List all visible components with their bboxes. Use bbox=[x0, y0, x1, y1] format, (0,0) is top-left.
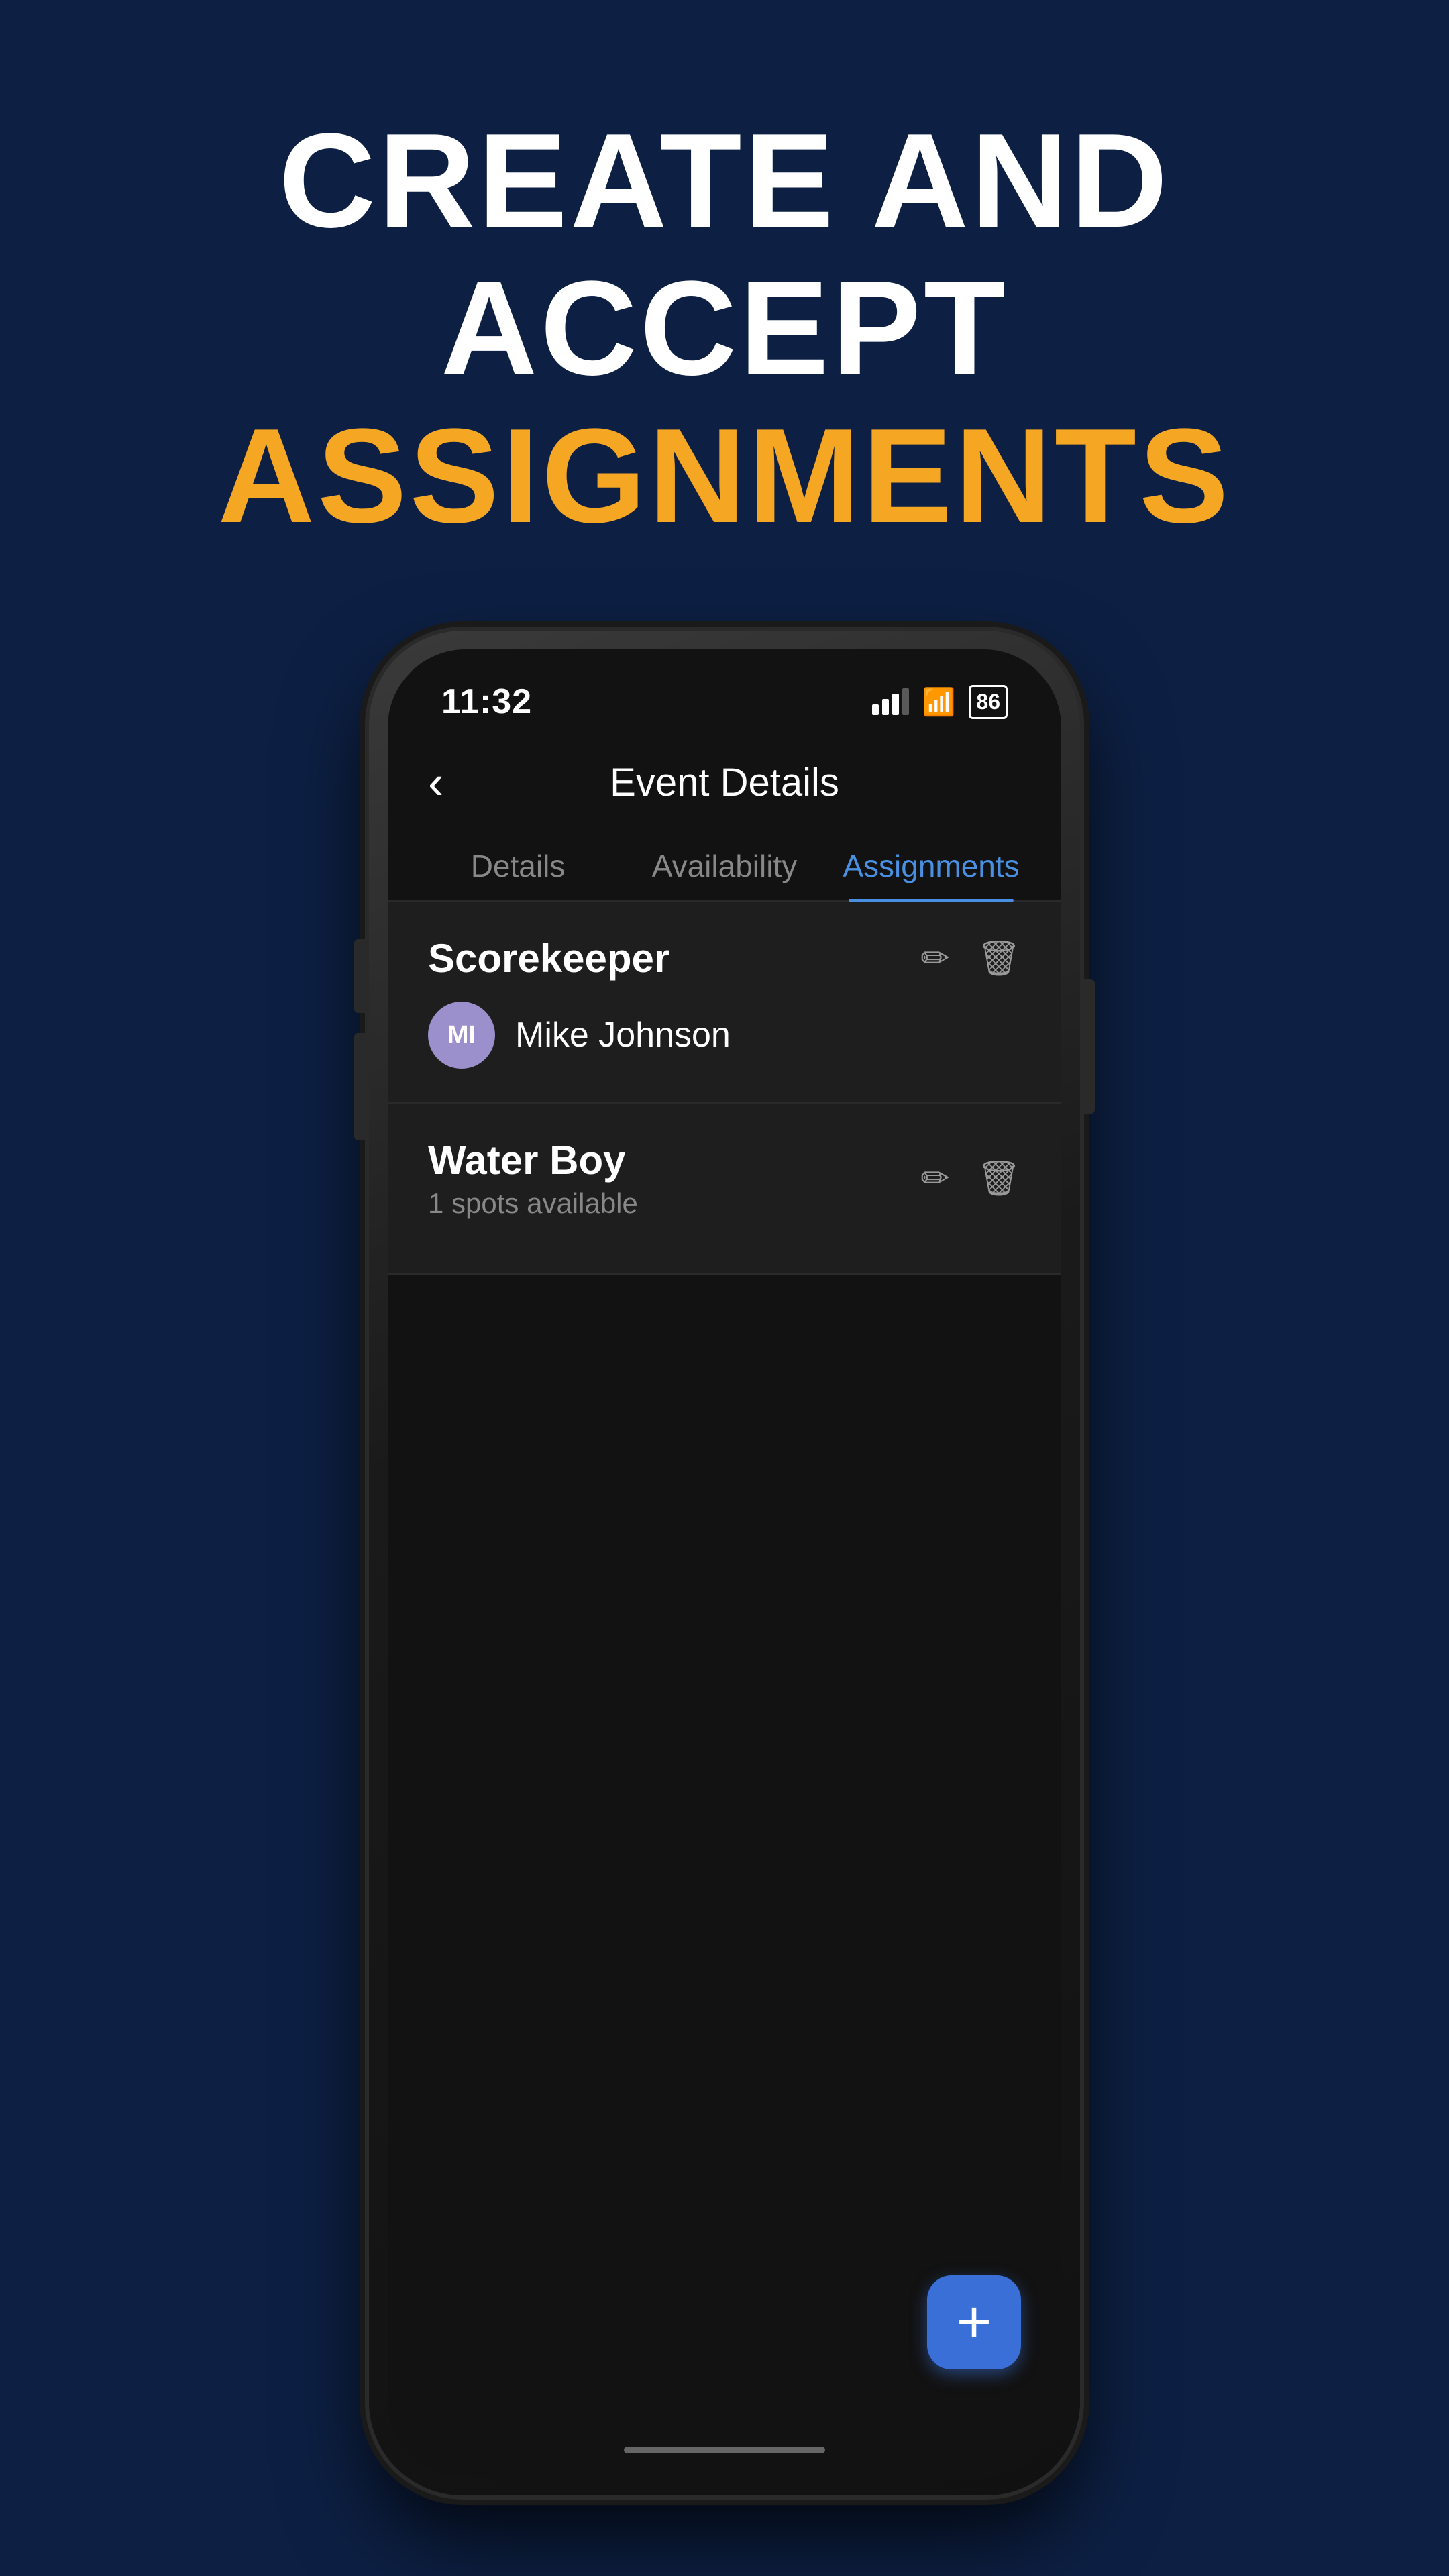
battery-icon: 86 bbox=[969, 685, 1008, 719]
delete-waterboy-button[interactable]: 🗑 bbox=[977, 1158, 1021, 1199]
power-button bbox=[1083, 979, 1095, 1114]
tab-availability[interactable]: Availability bbox=[621, 829, 828, 900]
fab-plus-icon: + bbox=[957, 2292, 992, 2353]
edit-scorekeeper-button[interactable]: ✏ bbox=[920, 938, 950, 979]
assignment-title-scorekeeper: Scorekeeper bbox=[428, 935, 669, 981]
status-icons: 📶 86 bbox=[872, 685, 1008, 719]
assignment-card-waterboy: Water Boy 1 spots available ✏ 🗑 bbox=[388, 1104, 1061, 1275]
page-header: CREATE AND ACCEPT ASSIGNMENTS bbox=[0, 107, 1449, 550]
edit-waterboy-button[interactable]: ✏ bbox=[920, 1159, 950, 1199]
volume-up-button bbox=[354, 939, 366, 1013]
assignment-card-scorekeeper: Scorekeeper ✏ 🗑 MI Mike Johnson bbox=[388, 902, 1061, 1104]
home-bar bbox=[624, 2447, 825, 2453]
delete-scorekeeper-button[interactable]: 🗑 bbox=[977, 938, 1021, 979]
content-area: Scorekeeper ✏ 🗑 MI Mike Johnson Water Bo… bbox=[388, 902, 1061, 2423]
phone-screen: 11:32 📶 86 ‹ Event Details D bbox=[388, 649, 1061, 2477]
assignee-row-scorekeeper: MI Mike Johnson bbox=[428, 1002, 1021, 1069]
signal-icon bbox=[872, 688, 909, 715]
assignment-header-scorekeeper: Scorekeeper ✏ 🗑 bbox=[428, 935, 1021, 981]
home-indicator bbox=[388, 2423, 1061, 2477]
battery-percent: 86 bbox=[969, 685, 1008, 719]
assignment-actions-scorekeeper: ✏ 🗑 bbox=[920, 938, 1021, 979]
tab-assignments[interactable]: Assignments bbox=[828, 829, 1034, 900]
header-line2: ASSIGNMENTS bbox=[0, 402, 1449, 550]
status-time: 11:32 bbox=[441, 682, 532, 722]
header-line1: CREATE AND ACCEPT bbox=[0, 107, 1449, 402]
add-assignment-fab[interactable]: + bbox=[927, 2275, 1021, 2369]
avatar-mike-johnson: MI bbox=[428, 1002, 495, 1069]
wifi-icon: 📶 bbox=[922, 686, 956, 718]
tab-details[interactable]: Details bbox=[415, 829, 621, 900]
assignment-title-waterboy: Water Boy bbox=[428, 1138, 626, 1183]
spots-available-waterboy: 1 spots available bbox=[428, 1187, 638, 1220]
app-title: Event Details bbox=[610, 760, 839, 805]
volume-down-button bbox=[354, 1033, 366, 1140]
phone-mockup: 11:32 📶 86 ‹ Event Details D bbox=[369, 631, 1080, 2496]
back-button[interactable]: ‹ bbox=[428, 755, 443, 809]
assignment-actions-waterboy: ✏ 🗑 bbox=[920, 1158, 1021, 1199]
assignee-name-mike-johnson: Mike Johnson bbox=[515, 1015, 731, 1055]
app-header: ‹ Event Details bbox=[388, 735, 1061, 829]
tabs-container: Details Availability Assignments bbox=[388, 829, 1061, 902]
assignment-header-waterboy: Water Boy 1 spots available ✏ 🗑 bbox=[428, 1137, 1021, 1220]
status-bar: 11:32 📶 86 bbox=[388, 649, 1061, 735]
